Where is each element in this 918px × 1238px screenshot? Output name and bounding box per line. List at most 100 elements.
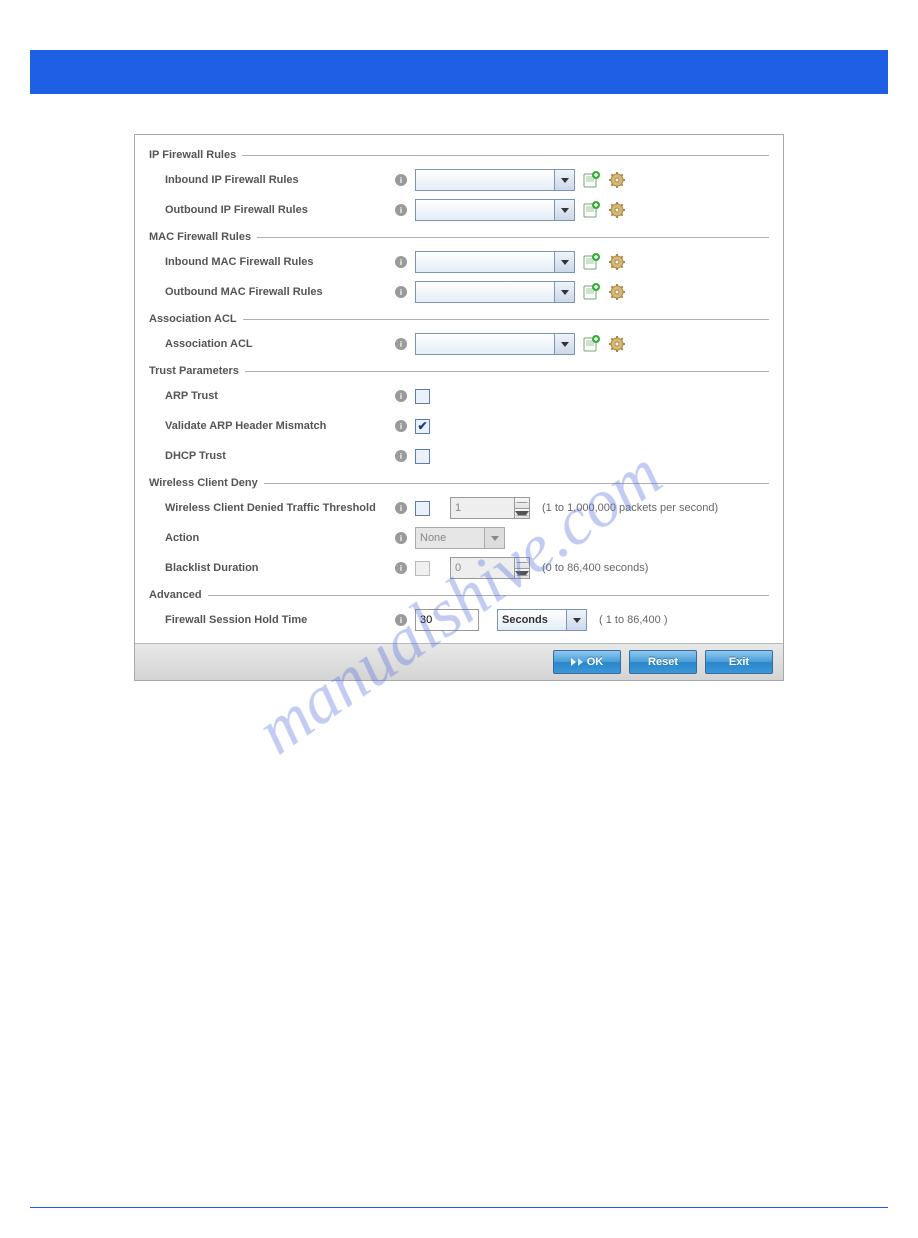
label-hold-time: Firewall Session Hold Time xyxy=(149,614,395,626)
info-icon[interactable]: i xyxy=(395,420,407,432)
play-icon xyxy=(571,658,576,666)
section-ip-firewall: IP Firewall Rules xyxy=(149,149,769,161)
inbound-mac-select[interactable] xyxy=(415,251,575,273)
info-icon[interactable]: i xyxy=(395,286,407,298)
hold-time-input[interactable] xyxy=(415,609,479,631)
label-blacklist: Blacklist Duration xyxy=(149,562,395,574)
add-rule-icon[interactable] xyxy=(581,170,601,190)
section-mac-firewall: MAC Firewall Rules xyxy=(149,231,769,243)
section-wcd: Wireless Client Deny xyxy=(149,477,769,489)
wcd-threshold-spinner[interactable] xyxy=(450,497,530,519)
row-outbound-ip: Outbound IP Firewall Rules i xyxy=(149,195,769,225)
section-assoc-acl-label: Association ACL xyxy=(149,313,237,325)
label-assoc-acl: Association ACL xyxy=(149,338,395,350)
play-icon xyxy=(578,658,583,666)
footer-rule xyxy=(30,1207,888,1208)
chevron-down-icon xyxy=(554,170,574,190)
row-wcd-threshold: Wireless Client Denied Traffic Threshold… xyxy=(149,493,769,523)
label-inbound-ip: Inbound IP Firewall Rules xyxy=(149,174,395,186)
chevron-down-icon xyxy=(484,528,504,548)
label-action: Action xyxy=(149,532,395,544)
chevron-down-icon xyxy=(566,610,586,630)
arp-trust-checkbox[interactable] xyxy=(415,389,430,404)
dhcp-trust-checkbox[interactable] xyxy=(415,449,430,464)
wcd-threshold-hint: (1 to 1,000,000 packets per second) xyxy=(542,502,718,514)
row-outbound-mac: Outbound MAC Firewall Rules i xyxy=(149,277,769,307)
settings-icon[interactable] xyxy=(607,200,627,220)
info-icon[interactable]: i xyxy=(395,204,407,216)
action-value: None xyxy=(420,532,446,544)
info-icon[interactable]: i xyxy=(395,502,407,514)
ok-label: OK xyxy=(587,656,604,668)
info-icon[interactable]: i xyxy=(395,256,407,268)
blacklist-enable-checkbox[interactable] xyxy=(415,561,430,576)
settings-icon[interactable] xyxy=(607,334,627,354)
info-icon[interactable]: i xyxy=(395,532,407,544)
row-blacklist: Blacklist Duration i (0 to 86,400 second… xyxy=(149,553,769,583)
label-arp-mismatch: Validate ARP Header Mismatch xyxy=(149,420,395,432)
spinner-buttons[interactable] xyxy=(514,497,530,519)
outbound-ip-select[interactable] xyxy=(415,199,575,221)
settings-icon[interactable] xyxy=(607,282,627,302)
add-rule-icon[interactable] xyxy=(581,252,601,272)
label-outbound-ip: Outbound IP Firewall Rules xyxy=(149,204,395,216)
chevron-down-icon xyxy=(554,200,574,220)
hold-time-unit-value: Seconds xyxy=(502,614,548,626)
action-select[interactable]: None xyxy=(415,527,505,549)
info-icon[interactable]: i xyxy=(395,174,407,186)
reset-label: Reset xyxy=(648,656,678,668)
reset-button[interactable]: Reset xyxy=(629,650,697,674)
info-icon[interactable]: i xyxy=(395,338,407,350)
divider xyxy=(257,237,769,238)
chevron-down-icon xyxy=(554,334,574,354)
wcd-enable-checkbox[interactable] xyxy=(415,501,430,516)
blacklist-spinner[interactable] xyxy=(450,557,530,579)
hold-time-hint: ( 1 to 86,400 ) xyxy=(599,614,668,626)
info-icon[interactable]: i xyxy=(395,614,407,626)
add-rule-icon[interactable] xyxy=(581,334,601,354)
inbound-ip-select[interactable] xyxy=(415,169,575,191)
arp-mismatch-checkbox[interactable]: ✔ xyxy=(415,419,430,434)
label-dhcp-trust: DHCP Trust xyxy=(149,450,395,462)
info-icon[interactable]: i xyxy=(395,562,407,574)
row-action: Action i None xyxy=(149,523,769,553)
blacklist-hint: (0 to 86,400 seconds) xyxy=(542,562,648,574)
section-wcd-label: Wireless Client Deny xyxy=(149,477,258,489)
chevron-down-icon xyxy=(554,282,574,302)
section-trust-label: Trust Parameters xyxy=(149,365,239,377)
divider xyxy=(242,155,769,156)
add-rule-icon[interactable] xyxy=(581,200,601,220)
outbound-mac-select[interactable] xyxy=(415,281,575,303)
add-rule-icon[interactable] xyxy=(581,282,601,302)
divider xyxy=(243,319,769,320)
row-inbound-mac: Inbound MAC Firewall Rules i xyxy=(149,247,769,277)
hold-time-unit-select[interactable]: Seconds xyxy=(497,609,587,631)
info-icon[interactable]: i xyxy=(395,450,407,462)
button-bar: OK Reset Exit xyxy=(135,643,783,680)
assoc-acl-select[interactable] xyxy=(415,333,575,355)
spinner-buttons[interactable] xyxy=(514,557,530,579)
row-dhcp-trust: DHCP Trust i xyxy=(149,441,769,471)
wcd-threshold-input[interactable] xyxy=(450,497,514,519)
exit-label: Exit xyxy=(729,656,749,668)
row-assoc-acl: Association ACL i xyxy=(149,329,769,359)
section-advanced: Advanced xyxy=(149,589,769,601)
divider xyxy=(208,595,769,596)
header-bar xyxy=(30,50,888,94)
blacklist-input[interactable] xyxy=(450,557,514,579)
ok-button[interactable]: OK xyxy=(553,650,621,674)
label-wcd-threshold: Wireless Client Denied Traffic Threshold xyxy=(149,502,395,514)
exit-button[interactable]: Exit xyxy=(705,650,773,674)
row-arp-mismatch: Validate ARP Header Mismatch i ✔ xyxy=(149,411,769,441)
label-arp-trust: ARP Trust xyxy=(149,390,395,402)
label-outbound-mac: Outbound MAC Firewall Rules xyxy=(149,286,395,298)
divider xyxy=(264,483,769,484)
settings-icon[interactable] xyxy=(607,170,627,190)
section-advanced-label: Advanced xyxy=(149,589,202,601)
section-trust: Trust Parameters xyxy=(149,365,769,377)
section-ip-firewall-label: IP Firewall Rules xyxy=(149,149,236,161)
row-arp-trust: ARP Trust i xyxy=(149,381,769,411)
check-icon: ✔ xyxy=(417,420,427,432)
settings-icon[interactable] xyxy=(607,252,627,272)
info-icon[interactable]: i xyxy=(395,390,407,402)
